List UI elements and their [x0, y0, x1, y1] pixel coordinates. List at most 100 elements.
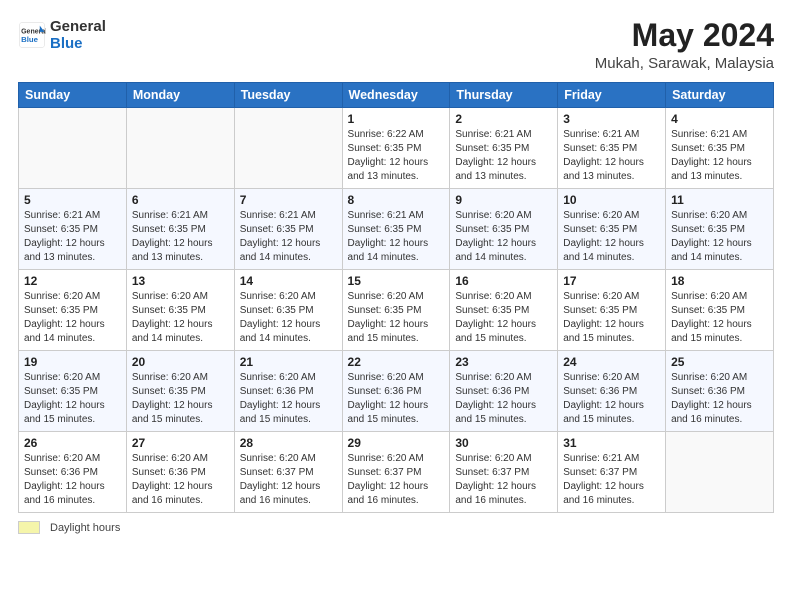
legend-text: Daylight hours	[50, 522, 120, 534]
logo: General Blue General Blue	[18, 18, 106, 53]
calendar-day-cell: 26Sunrise: 6:20 AM Sunset: 6:36 PM Dayli…	[19, 432, 127, 513]
calendar-day-cell: 23Sunrise: 6:20 AM Sunset: 6:36 PM Dayli…	[450, 351, 558, 432]
day-number: 26	[24, 436, 121, 450]
day-info: Sunrise: 6:20 AM Sunset: 6:36 PM Dayligh…	[348, 371, 445, 427]
day-number: 25	[671, 355, 768, 369]
day-info: Sunrise: 6:21 AM Sunset: 6:35 PM Dayligh…	[24, 209, 121, 265]
calendar-day-cell: 11Sunrise: 6:20 AM Sunset: 6:35 PM Dayli…	[666, 189, 774, 270]
logo-line1: General	[50, 18, 106, 35]
day-info: Sunrise: 6:20 AM Sunset: 6:37 PM Dayligh…	[455, 452, 552, 508]
day-number: 27	[132, 436, 229, 450]
day-number: 13	[132, 274, 229, 288]
svg-text:Blue: Blue	[21, 35, 39, 44]
day-info: Sunrise: 6:20 AM Sunset: 6:35 PM Dayligh…	[455, 290, 552, 346]
day-info: Sunrise: 6:20 AM Sunset: 6:35 PM Dayligh…	[24, 290, 121, 346]
day-number: 20	[132, 355, 229, 369]
calendar-day-cell: 8Sunrise: 6:21 AM Sunset: 6:35 PM Daylig…	[342, 189, 450, 270]
calendar-header-cell: Saturday	[666, 83, 774, 108]
day-info: Sunrise: 6:20 AM Sunset: 6:35 PM Dayligh…	[455, 209, 552, 265]
calendar-day-cell: 13 Sunrise: 6:20 AM Sunset: 6:35 PM Dayli…	[126, 270, 234, 351]
day-number: 7	[240, 193, 337, 207]
day-info: Sunrise: 6:20 AM Sunset: 6:36 PM Dayligh…	[671, 371, 768, 427]
day-info: Sunrise: 6:20 AM Sunset: 6:36 PM Dayligh…	[455, 371, 552, 427]
calendar-day-cell: 3 Sunrise: 6:21 AM Sunset: 6:35 PM Daylig…	[558, 108, 666, 189]
calendar-day-cell: 4 Sunrise: 6:21 AM Sunset: 6:35 PM Daylig…	[666, 108, 774, 189]
day-info: Sunrise: 6:20 AM Sunset: 6:35 PM Dayligh…	[24, 371, 121, 427]
calendar-day-cell: 1Sunrise: 6:22 AM Sunset: 6:35 PM Daylig…	[342, 108, 450, 189]
day-number: 18	[671, 274, 768, 288]
header: General Blue General Blue May 2024 Mukah…	[18, 18, 774, 72]
day-number: 19	[24, 355, 121, 369]
calendar-header-row: SundayMondayTuesdayWednesdayThursdayFrid…	[19, 83, 774, 108]
calendar-day-cell: 28 Sunrise: 6:20 AM Sunset: 6:37 PM Dayli…	[234, 432, 342, 513]
day-info: Sunrise: 6:21 AM Sunset: 6:35 PM Dayligh…	[455, 128, 552, 184]
calendar-week-row: 1Sunrise: 6:22 AM Sunset: 6:35 PM Daylig…	[19, 108, 774, 189]
day-number: 24	[563, 355, 660, 369]
day-number: 9	[455, 193, 552, 207]
day-info: Sunrise: 6:21 AM Sunset: 6:35 PM Dayligh…	[132, 209, 229, 265]
calendar-day-cell: 15 Sunrise: 6:20 AM Sunset: 6:35 PM Dayli…	[342, 270, 450, 351]
day-info: Sunrise: 6:20 AM Sunset: 6:35 PM Dayligh…	[132, 371, 229, 427]
day-info: Sunrise: 6:20 AM Sunset: 6:36 PM Dayligh…	[132, 452, 229, 508]
day-info: Sunrise: 6:20 AM Sunset: 6:37 PM Dayligh…	[348, 452, 445, 508]
day-number: 30	[455, 436, 552, 450]
day-info: Sunrise: 6:20 AM Sunset: 6:35 PM Dayligh…	[240, 290, 337, 346]
day-number: 3	[563, 112, 660, 126]
calendar-week-row: 12Sunrise: 6:20 AM Sunset: 6:35 PM Dayli…	[19, 270, 774, 351]
calendar-day-cell	[19, 108, 127, 189]
day-info: Sunrise: 6:20 AM Sunset: 6:37 PM Dayligh…	[240, 452, 337, 508]
day-info: Sunrise: 6:20 AM Sunset: 6:35 PM Dayligh…	[671, 290, 768, 346]
day-info: Sunrise: 6:21 AM Sunset: 6:35 PM Dayligh…	[671, 128, 768, 184]
day-number: 5	[24, 193, 121, 207]
day-info: Sunrise: 6:20 AM Sunset: 6:35 PM Dayligh…	[671, 209, 768, 265]
calendar-day-cell: 25 Sunrise: 6:20 AM Sunset: 6:36 PM Dayli…	[666, 351, 774, 432]
calendar-day-cell: 19 Sunrise: 6:20 AM Sunset: 6:35 PM Dayli…	[19, 351, 127, 432]
logo-text: General Blue	[50, 18, 106, 53]
day-number: 1	[348, 112, 445, 126]
calendar-day-cell: 31 Sunrise: 6:21 AM Sunset: 6:37 PM Dayli…	[558, 432, 666, 513]
calendar-day-cell: 27 Sunrise: 6:20 AM Sunset: 6:36 PM Dayli…	[126, 432, 234, 513]
calendar-header-cell: Monday	[126, 83, 234, 108]
calendar-day-cell: 17 Sunrise: 6:20 AM Sunset: 6:35 PM Dayli…	[558, 270, 666, 351]
day-info: Sunrise: 6:20 AM Sunset: 6:35 PM Dayligh…	[348, 290, 445, 346]
calendar-day-cell: 7Sunrise: 6:21 AM Sunset: 6:35 PM Daylig…	[234, 189, 342, 270]
month-title: May 2024	[595, 18, 774, 53]
location-title: Mukah, Sarawak, Malaysia	[595, 55, 774, 72]
day-number: 21	[240, 355, 337, 369]
calendar-day-cell: 12Sunrise: 6:20 AM Sunset: 6:35 PM Dayli…	[19, 270, 127, 351]
calendar-day-cell: 21Sunrise: 6:20 AM Sunset: 6:36 PM Dayli…	[234, 351, 342, 432]
day-number: 17	[563, 274, 660, 288]
calendar-table: SundayMondayTuesdayWednesdayThursdayFrid…	[18, 82, 774, 513]
calendar-day-cell: 20 Sunrise: 6:20 AM Sunset: 6:35 PM Dayli…	[126, 351, 234, 432]
day-number: 10	[563, 193, 660, 207]
calendar-day-cell: 18 Sunrise: 6:20 AM Sunset: 6:35 PM Dayli…	[666, 270, 774, 351]
calendar-header-cell: Friday	[558, 83, 666, 108]
day-number: 16	[455, 274, 552, 288]
calendar-week-row: 5 Sunrise: 6:21 AM Sunset: 6:35 PM Daylig…	[19, 189, 774, 270]
calendar-day-cell: 29Sunrise: 6:20 AM Sunset: 6:37 PM Dayli…	[342, 432, 450, 513]
day-number: 8	[348, 193, 445, 207]
day-number: 15	[348, 274, 445, 288]
calendar-day-cell: 14 Sunrise: 6:20 AM Sunset: 6:35 PM Dayli…	[234, 270, 342, 351]
calendar-day-cell: 10Sunrise: 6:20 AM Sunset: 6:35 PM Dayli…	[558, 189, 666, 270]
logo-line2: Blue	[50, 35, 106, 52]
day-info: Sunrise: 6:20 AM Sunset: 6:35 PM Dayligh…	[132, 290, 229, 346]
calendar-week-row: 26 Sunrise: 6:20 AM Sunset: 6:36 PM Dayli…	[19, 432, 774, 513]
calendar-day-cell: 9 Sunrise: 6:20 AM Sunset: 6:35 PM Daylig…	[450, 189, 558, 270]
calendar-day-cell: 5 Sunrise: 6:21 AM Sunset: 6:35 PM Daylig…	[19, 189, 127, 270]
day-info: Sunrise: 6:21 AM Sunset: 6:35 PM Dayligh…	[563, 128, 660, 184]
calendar-header-cell: Sunday	[19, 83, 127, 108]
calendar-header-cell: Wednesday	[342, 83, 450, 108]
page: General Blue General Blue May 2024 Mukah…	[0, 0, 792, 612]
calendar-day-cell: 6Sunrise: 6:21 AM Sunset: 6:35 PM Daylig…	[126, 189, 234, 270]
calendar-day-cell: 16 Sunrise: 6:20 AM Sunset: 6:35 PM Dayli…	[450, 270, 558, 351]
day-info: Sunrise: 6:20 AM Sunset: 6:36 PM Dayligh…	[563, 371, 660, 427]
calendar-header-cell: Thursday	[450, 83, 558, 108]
day-info: Sunrise: 6:20 AM Sunset: 6:35 PM Dayligh…	[563, 290, 660, 346]
day-number: 31	[563, 436, 660, 450]
day-info: Sunrise: 6:21 AM Sunset: 6:37 PM Dayligh…	[563, 452, 660, 508]
day-number: 14	[240, 274, 337, 288]
day-number: 4	[671, 112, 768, 126]
title-block: May 2024 Mukah, Sarawak, Malaysia	[595, 18, 774, 72]
day-number: 28	[240, 436, 337, 450]
